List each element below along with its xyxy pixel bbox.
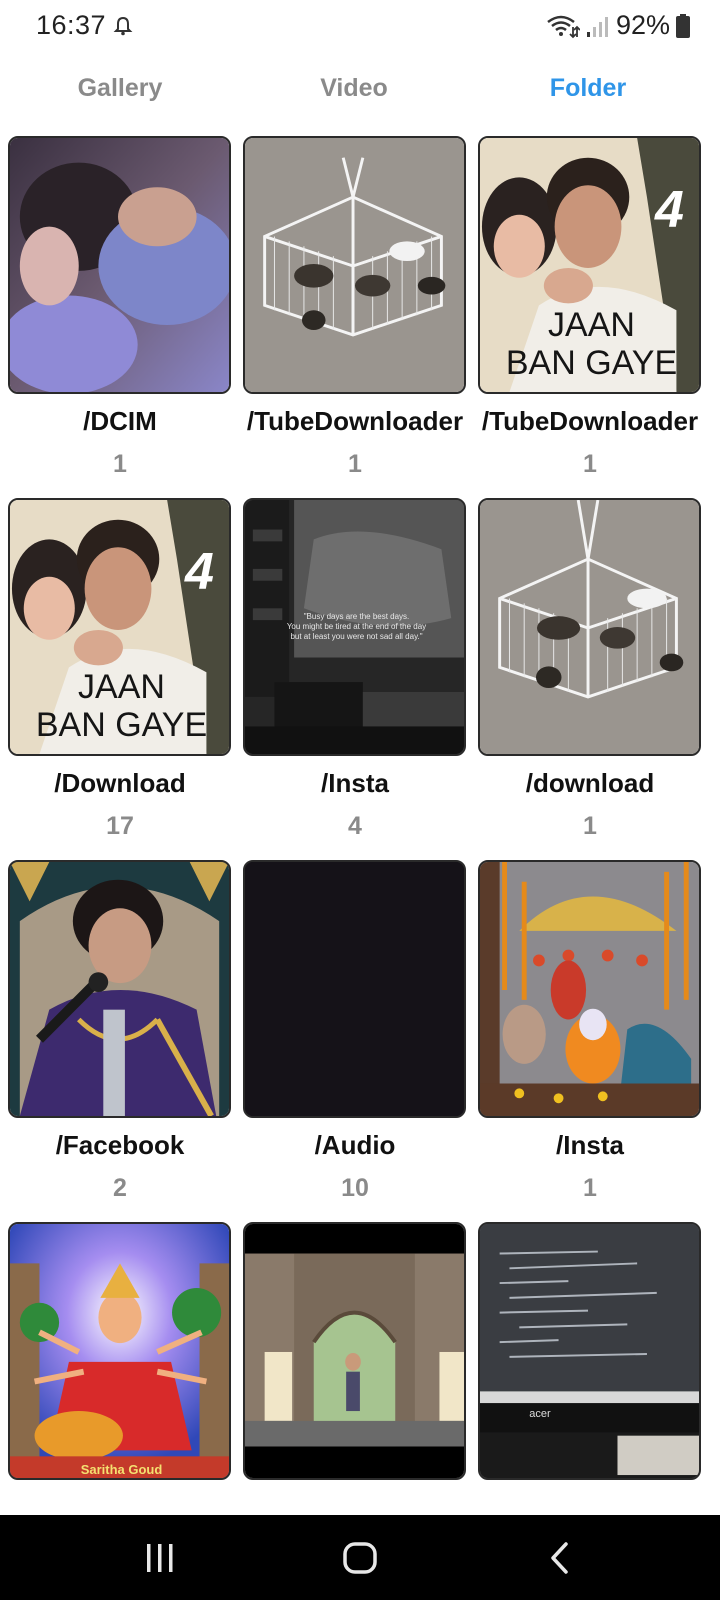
- folder-thumbnail[interactable]: [243, 860, 466, 1118]
- folder-count: 2: [113, 1174, 127, 1202]
- thumbnail-image: [245, 1224, 464, 1478]
- poster-title-line: JAAN: [78, 668, 165, 706]
- folder-count: 1: [583, 1174, 597, 1202]
- thumbnail-image: [10, 1224, 229, 1478]
- thumbnail-caption: Saritha Goud: [80, 1462, 163, 1477]
- thumbnail-image: [245, 862, 464, 1116]
- tab-gallery[interactable]: Gallery: [0, 62, 240, 114]
- poster-title-line: BAN GAYE: [505, 344, 678, 382]
- tab-folder[interactable]: Folder: [468, 62, 708, 114]
- folder-thumbnail[interactable]: 4 JAAN BAN GAYE: [478, 136, 701, 394]
- folder-name: /TubeDownloader: [481, 406, 699, 436]
- home-icon: [343, 1542, 377, 1574]
- poster-number: 4: [655, 181, 684, 239]
- wifi-icon: [547, 15, 580, 38]
- status-bar: 16:37 92%: [0, 0, 720, 54]
- folder-count: 1: [583, 812, 597, 840]
- poster-title: JAAN BAN GAYE: [480, 306, 699, 382]
- folder-count: 1: [113, 450, 127, 478]
- thumbnail-image: [480, 1224, 699, 1478]
- folder-thumbnail[interactable]: [8, 136, 231, 394]
- quote-line: but at least you were not sad all day.": [290, 632, 423, 641]
- folder-thumbnail[interactable]: [478, 860, 701, 1118]
- folder-count: 10: [341, 1174, 369, 1202]
- thumbnail-image: [10, 138, 229, 392]
- tab-video[interactable]: Video: [234, 62, 474, 114]
- folder-count: 1: [348, 450, 362, 478]
- top-tabs: Gallery Video Folder: [0, 62, 720, 114]
- quote-line: You might be tired at the end of the day: [286, 622, 427, 631]
- folder-name: /Insta: [321, 768, 389, 798]
- status-right: 92%: [546, 10, 690, 41]
- home-button[interactable]: [330, 1533, 390, 1583]
- folder-thumbnail[interactable]: [243, 136, 466, 394]
- folder-name: /TubeDownloader: [246, 406, 464, 436]
- folder-name: /Facebook: [55, 1130, 185, 1160]
- poster-title-line: BAN GAYE: [35, 706, 208, 744]
- folder-count: 17: [106, 812, 134, 840]
- recents-icon: [147, 1544, 173, 1572]
- navigation-bar: [0, 1515, 720, 1600]
- poster-number: 4: [185, 543, 214, 601]
- battery-icon: [676, 13, 690, 38]
- folder-name: /Audio: [314, 1130, 396, 1160]
- status-time: 16:37: [36, 10, 107, 40]
- thumbnail-image: [10, 862, 229, 1116]
- folder-name: /download: [525, 768, 655, 798]
- thumbnail-image: [245, 138, 464, 392]
- folder-count: 1: [583, 450, 597, 478]
- folder-thumbnail[interactable]: "Busy days are the best days. You might …: [243, 498, 466, 756]
- folder-thumbnail[interactable]: 4 JAAN BAN GAYE: [8, 498, 231, 756]
- folder-name: /DCIM: [83, 406, 157, 436]
- folder-thumbnail[interactable]: Saritha Goud: [8, 1222, 231, 1480]
- back-button[interactable]: [530, 1533, 590, 1583]
- back-icon: [551, 1542, 568, 1574]
- poster-title-line: JAAN: [548, 306, 635, 344]
- battery-percent: 92%: [615, 10, 670, 40]
- notification-bell-icon: [113, 16, 133, 36]
- thumbnail-image: [480, 500, 699, 754]
- recents-button[interactable]: [130, 1533, 190, 1583]
- signal-icon: [586, 16, 608, 37]
- folder-name: /Download: [54, 768, 186, 798]
- poster-title: JAAN BAN GAYE: [10, 668, 229, 744]
- folder-thumbnail[interactable]: [243, 1222, 466, 1480]
- quote-text: "Busy days are the best days. You might …: [251, 612, 462, 642]
- quote-line: "Busy days are the best days.: [303, 612, 410, 621]
- monitor-brand: acer: [529, 1408, 551, 1420]
- folder-thumbnail[interactable]: acer: [478, 1222, 701, 1480]
- folder-thumbnail[interactable]: [8, 860, 231, 1118]
- folder-name: /Insta: [556, 1130, 624, 1160]
- folder-count: 4: [348, 812, 362, 840]
- thumbnail-image: [480, 862, 699, 1116]
- folder-thumbnail[interactable]: [478, 498, 701, 756]
